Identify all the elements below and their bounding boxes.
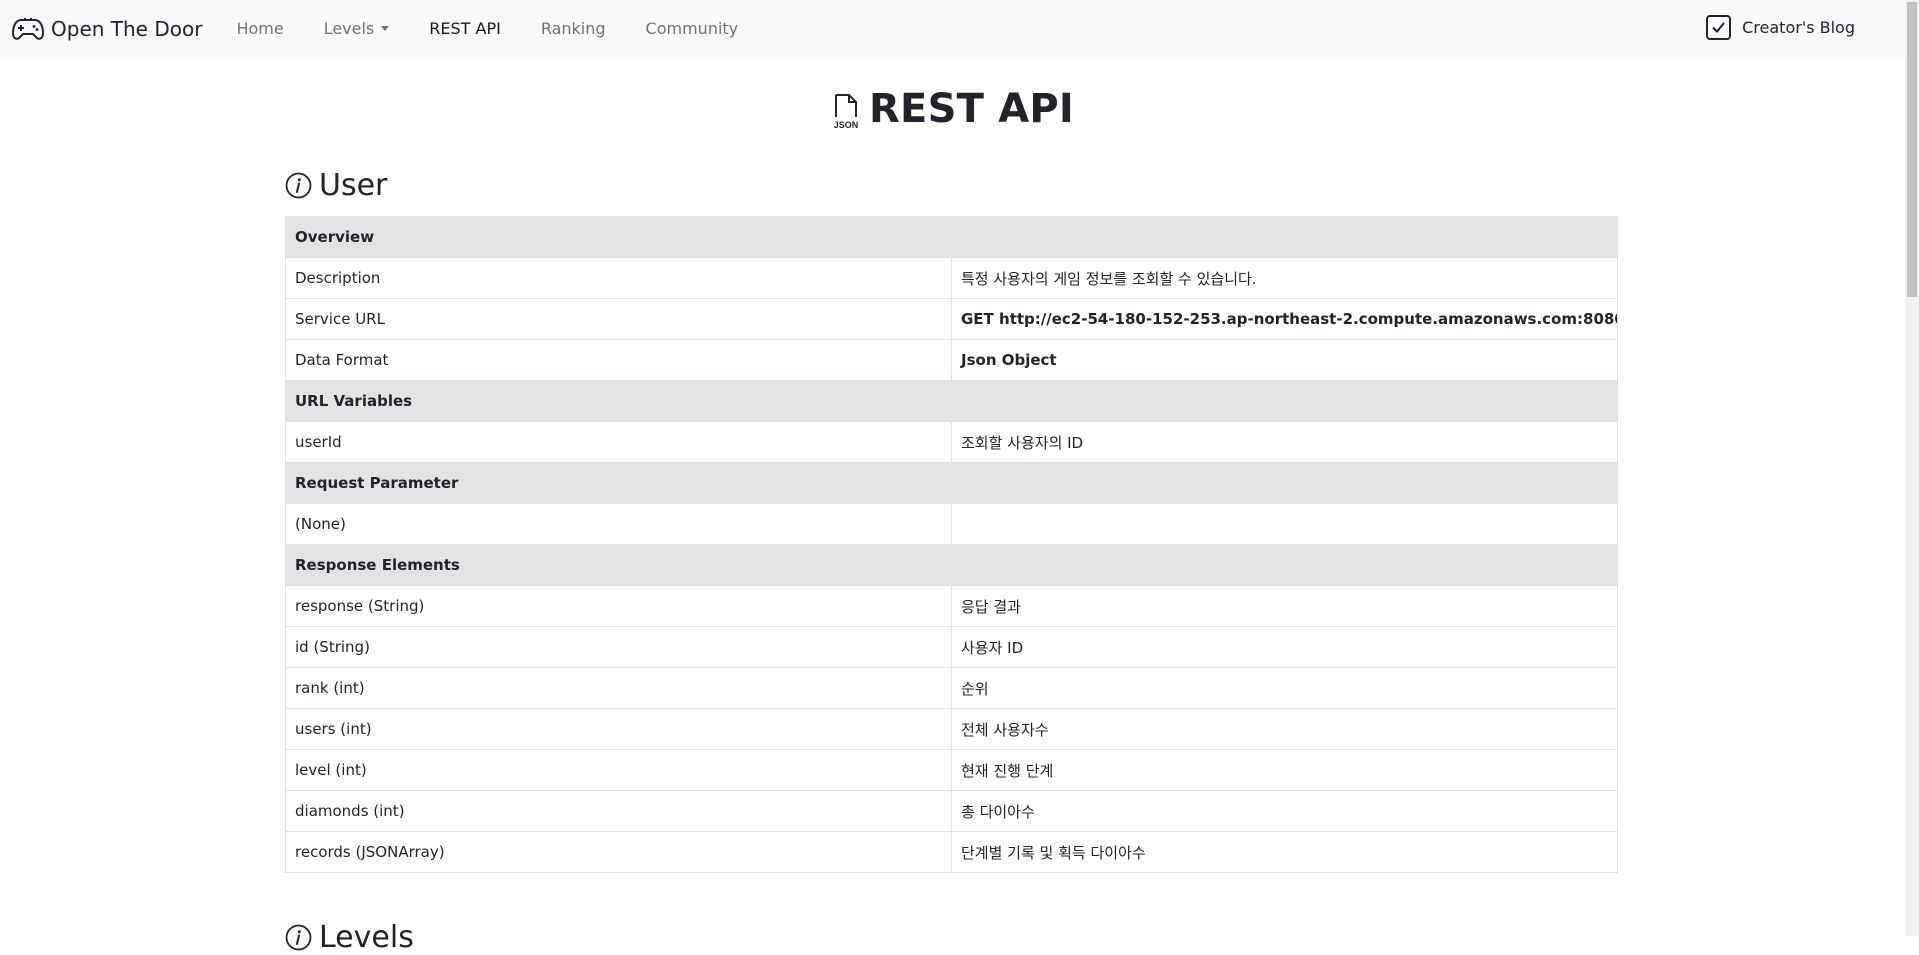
creators-blog-label: Creator's Blog: [1742, 18, 1855, 37]
url-variables-header: URL Variables: [285, 380, 1618, 422]
table-row: (None): [285, 503, 1618, 545]
nav-levels-dropdown[interactable]: Levels: [304, 11, 410, 46]
diamonds-key: diamonds (int): [285, 790, 952, 832]
page-scrollbar[interactable]: [1905, 0, 1919, 936]
service-url-value: GET http://ec2-54-180-152-253.ap-northea…: [951, 298, 1618, 340]
id-value: 사용자 ID: [951, 626, 1618, 668]
brand-name: Open The Door: [51, 16, 203, 41]
scrollbar-thumb[interactable]: [1907, 2, 1917, 297]
main-nav: Home Levels REST API Ranking Community: [216, 11, 758, 46]
section-levels-heading: Levels: [285, 920, 414, 955]
response-key: response (String): [285, 585, 952, 627]
brand-link[interactable]: Open The Door: [12, 16, 202, 42]
creators-blog-link[interactable]: Creator's Blog: [1706, 15, 1855, 40]
navbar: Open The Door Home Levels REST API Ranki…: [0, 0, 1905, 57]
table-row: userId 조회할 사용자의 ID: [285, 421, 1618, 463]
id-key: id (String): [285, 626, 952, 668]
none-value: [951, 503, 1618, 545]
nav-ranking[interactable]: Ranking: [521, 11, 626, 46]
table-row: id (String) 사용자 ID: [285, 626, 1618, 668]
table-row: Service URL GET http://ec2-54-180-152-25…: [285, 298, 1618, 340]
checkbox-check-icon: [1706, 15, 1732, 40]
caret-down-icon: [381, 26, 390, 31]
data-format-key: Data Format: [285, 339, 952, 381]
nav-community[interactable]: Community: [626, 11, 759, 46]
request-parameter-header: Request Parameter: [285, 462, 1618, 504]
description-key: Description: [285, 257, 952, 299]
level-key: level (int): [285, 749, 952, 791]
table-row: users (int) 전체 사용자수: [285, 708, 1618, 750]
json-icon-label: JSON: [834, 120, 859, 130]
diamonds-value: 총 다이아수: [951, 790, 1618, 832]
table-group-row: Request Parameter: [285, 462, 1618, 504]
service-url-key: Service URL: [285, 298, 952, 340]
info-circle-icon: [285, 172, 312, 199]
table-row: diamonds (int) 총 다이아수: [285, 790, 1618, 832]
table-row: records (JSONArray) 단계별 기록 및 획득 다이아수: [285, 831, 1618, 873]
page-heading: REST API: [869, 86, 1074, 132]
table-row: response (String) 응답 결과: [285, 585, 1618, 627]
table-row: rank (int) 순위: [285, 667, 1618, 709]
userid-key: userId: [285, 421, 952, 463]
rank-value: 순위: [951, 667, 1618, 709]
response-value: 응답 결과: [951, 585, 1618, 627]
none-key: (None): [285, 503, 952, 545]
data-format-value: Json Object: [951, 339, 1618, 381]
table-group-row: Response Elements: [285, 544, 1618, 586]
records-key: records (JSONArray): [285, 831, 952, 873]
section-levels-title: Levels: [319, 920, 414, 955]
json-file-icon: JSON: [834, 94, 859, 130]
table-group-row: Overview: [285, 216, 1618, 258]
user-api-table: Overview Description 특정 사용자의 게임 정보를 조회할 …: [285, 216, 1618, 873]
nav-rest-api[interactable]: REST API: [409, 11, 521, 46]
table-row: level (int) 현재 진행 단계: [285, 749, 1618, 791]
page-title: JSON REST API: [0, 86, 1905, 132]
gamepad-icon: [12, 17, 44, 40]
rank-key: rank (int): [285, 667, 952, 709]
section-user-title: User: [319, 168, 388, 203]
section-user-heading: User: [285, 168, 387, 203]
level-value: 현재 진행 단계: [951, 749, 1618, 791]
records-value: 단계별 기록 및 획득 다이아수: [951, 831, 1618, 873]
users-key: users (int): [285, 708, 952, 750]
userid-value: 조회할 사용자의 ID: [951, 421, 1618, 463]
nav-home[interactable]: Home: [216, 11, 303, 46]
info-circle-icon: [285, 924, 312, 951]
nav-levels-label: Levels: [323, 19, 375, 38]
table-row: Data Format Json Object: [285, 339, 1618, 381]
table-row: Description 특정 사용자의 게임 정보를 조회할 수 있습니다.: [285, 257, 1618, 299]
table-group-row: URL Variables: [285, 380, 1618, 422]
overview-header: Overview: [285, 216, 1618, 258]
users-value: 전체 사용자수: [951, 708, 1618, 750]
description-value: 특정 사용자의 게임 정보를 조회할 수 있습니다.: [951, 257, 1618, 299]
response-elements-header: Response Elements: [285, 544, 1618, 586]
